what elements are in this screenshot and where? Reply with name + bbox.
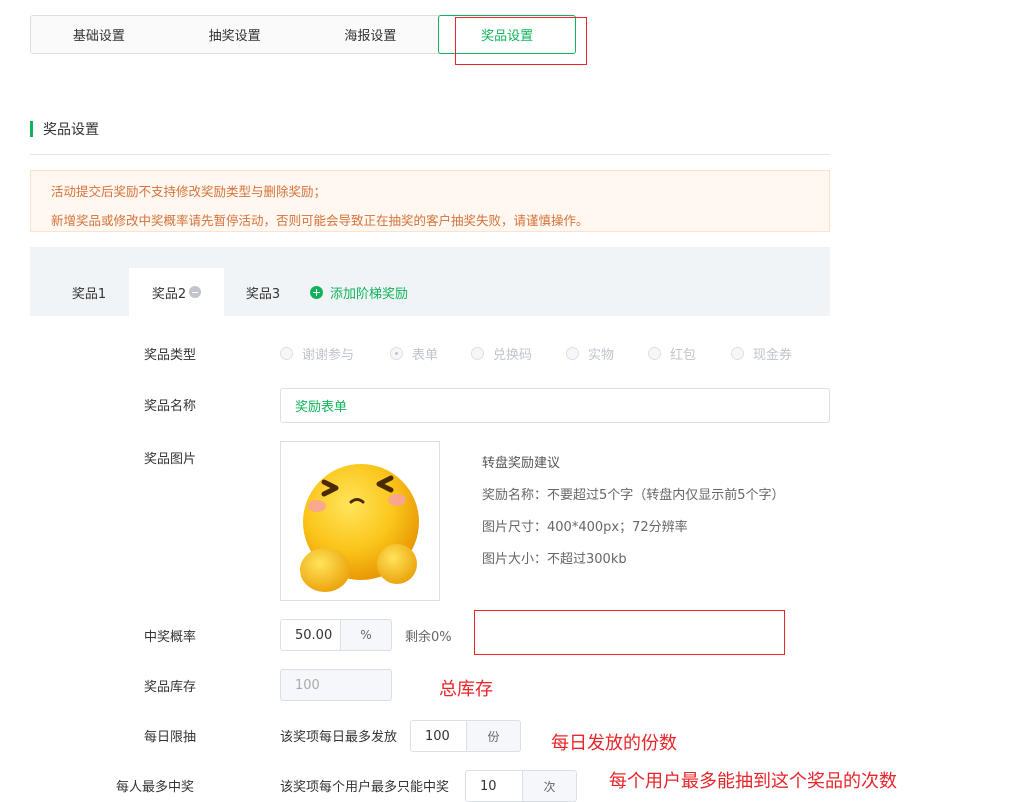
prize-stock-input[interactable]: 100 (280, 669, 392, 701)
annotation-total-stock: 总库存 (439, 679, 493, 700)
radio-cash-coupon[interactable]: 现金券 (731, 344, 811, 363)
win-probability-input[interactable]: 50.00 (280, 619, 341, 651)
warning-notice: 活动提交后奖励不支持修改奖励类型与删除奖励； 新增奖品或修改中奖概率请先暂停活动… (30, 170, 830, 232)
daily-limit-label: 每日限抽 (144, 730, 197, 745)
tips-line-1: 奖励名称：不要超过5个字（转盘内仅显示前5个字） (482, 488, 785, 503)
radio-circle-icon (648, 346, 661, 360)
remove-circle-icon[interactable] (189, 286, 202, 298)
plus-circle-icon (310, 285, 323, 299)
tab-basic-settings[interactable]: 基础设置 (31, 16, 167, 53)
prize-tab-1[interactable]: 奖品1 (50, 268, 128, 316)
add-tier-reward-label: 添加阶梯奖励 (330, 286, 409, 302)
radio-physical[interactable]: 实物 (566, 344, 648, 363)
annotation-box-tab (455, 17, 587, 65)
per-user-limit-input[interactable]: 10 (465, 770, 523, 802)
prize-tab-2[interactable]: 奖品2 (129, 268, 224, 316)
percent-suffix: % (341, 619, 392, 651)
section-title-text: 奖品设置 (43, 122, 99, 138)
radio-redeem-code[interactable]: 兑换码 (471, 344, 566, 363)
radio-checked-icon (390, 346, 403, 360)
prize-tab-1-label: 奖品1 (71, 286, 107, 302)
prize-tab-2-label: 奖品2 (151, 286, 187, 302)
emoji-image (300, 464, 419, 592)
per-user-limit-unit: 次 (523, 770, 577, 802)
prize-tabs: 奖品1 奖品2 奖品3 添加阶梯奖励 (30, 247, 830, 316)
radio-red-packet[interactable]: 红包 (648, 344, 731, 363)
prize-stock-label: 奖品库存 (144, 680, 197, 695)
per-user-limit-label: 每人最多中奖 (116, 780, 195, 795)
radio-circle-icon (566, 346, 579, 360)
prize-tab-3[interactable]: 奖品3 (226, 268, 300, 316)
tips-title: 转盘奖励建议 (482, 456, 561, 471)
radio-cash-coupon-label: 现金券 (753, 347, 793, 363)
radio-thanks[interactable]: 谢谢参与 (280, 344, 390, 363)
tab-lottery-settings[interactable]: 抽奖设置 (167, 16, 303, 53)
daily-limit-input[interactable]: 100 (410, 720, 467, 752)
prize-name-label: 奖品名称 (144, 399, 197, 414)
daily-limit-prefix: 该奖项每日最多发放 (280, 730, 398, 745)
section-title: 奖品设置 (30, 120, 99, 138)
notice-line-1: 活动提交后奖励不支持修改奖励类型与删除奖励； (51, 184, 327, 199)
notice-line-2: 新增奖品或修改中奖概率请先暂停活动，否则可能会导致正在抽奖的客户抽奖失败，请谨慎… (51, 213, 589, 228)
radio-circle-icon (471, 346, 484, 360)
prize-type-radio-group: 谢谢参与 表单 兑换码 实物 红包 现金券 (280, 344, 811, 363)
tips-line-2: 图片尺寸：400*400px；72分辨率 (482, 520, 688, 535)
tab-poster-settings[interactable]: 海报设置 (303, 16, 439, 53)
prize-type-label: 奖品类型 (144, 348, 197, 363)
prize-image-label: 奖品图片 (144, 452, 197, 467)
prize-name-input[interactable]: 奖励表单 (280, 388, 830, 423)
radio-physical-label: 实物 (588, 347, 615, 363)
daily-limit-unit: 份 (467, 720, 521, 752)
probability-remaining: 剩余0% (405, 630, 452, 645)
radio-red-packet-label: 红包 (670, 347, 697, 363)
annotation-box-probability (474, 610, 785, 655)
radio-thanks-label: 谢谢参与 (302, 347, 355, 363)
annotation-daily-count: 每日发放的份数 (551, 733, 677, 754)
radio-redeem-code-label: 兑换码 (493, 347, 533, 363)
radio-circle-icon (731, 346, 744, 360)
radio-circle-icon (280, 346, 293, 360)
title-accent-bar (30, 121, 33, 137)
win-probability-label: 中奖概率 (144, 630, 197, 645)
prize-tab-3-label: 奖品3 (245, 286, 281, 302)
tips-line-3: 图片大小：不超过300kb (482, 552, 627, 567)
image-tips: 转盘奖励建议 奖励名称：不要超过5个字（转盘内仅显示前5个字） 图片尺寸：400… (482, 448, 785, 576)
radio-form[interactable]: 表单 (390, 344, 471, 363)
per-user-limit-prefix: 该奖项每个用户最多只能中奖 (280, 780, 450, 795)
add-tier-reward-button[interactable]: 添加阶梯奖励 (310, 268, 408, 316)
radio-form-label: 表单 (412, 347, 439, 363)
section-divider (30, 154, 830, 155)
prize-image-upload[interactable] (280, 441, 440, 601)
annotation-per-user-count: 每个用户最多能抽到这个奖品的次数 (609, 771, 897, 792)
